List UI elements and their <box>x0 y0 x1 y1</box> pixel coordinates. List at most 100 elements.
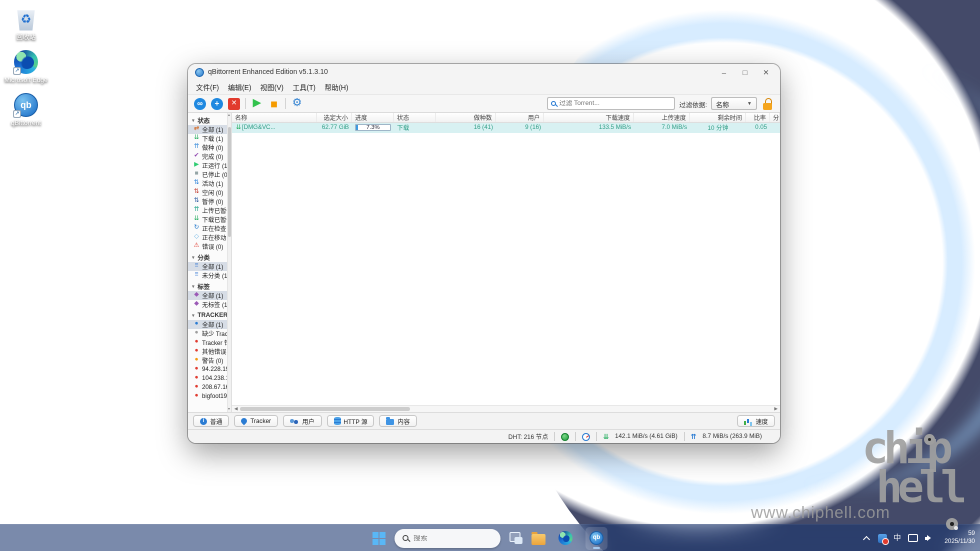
column-header-6[interactable]: 下载速度 <box>544 113 634 122</box>
sidebar-section-title[interactable]: ▼ 分类 <box>188 253 231 262</box>
refresh-icon: ↻ <box>193 224 200 232</box>
tab-label: 内容 <box>397 418 410 426</box>
sidebar-item-category-uncategorized[interactable]: ≡ 未分类 (1) <box>188 271 231 280</box>
sidebar-item-tracker-error[interactable]: ●Tracker 错误.. <box>188 338 231 347</box>
column-header-10[interactable]: 分 <box>770 113 780 122</box>
volume-icon[interactable] <box>925 534 934 542</box>
tab-general[interactable]: 普通 <box>193 415 230 427</box>
sidebar-item-status-stalled-downloading[interactable]: ⇊下载已暂停 (.. <box>188 215 231 224</box>
sidebar-scrollbar[interactable]: ▲ ▼ <box>227 113 231 412</box>
sidebar-item-status-all[interactable]: ⇄ 全部 (1) <box>188 125 231 134</box>
sidebar-item-status-errored[interactable]: ⚠ 错误 (0) <box>188 242 231 251</box>
start-button[interactable] <box>372 531 386 545</box>
sidebar-section-title[interactable]: ▼ 状态 <box>188 116 231 125</box>
sidebar-item-status-stopped[interactable]: ■ 已停止 (0) <box>188 170 231 179</box>
sidebar-item-status-moving[interactable]: ◇正在移动 (0) <box>188 233 231 242</box>
sidebar-item-status-stalled[interactable]: ⇅ 暂停 (0) <box>188 197 231 206</box>
pin-icon: ● <box>194 347 199 355</box>
sidebar-item-tag-untagged[interactable]: ◆ 无标签 (1) <box>188 300 231 309</box>
tray-app-icon[interactable] <box>877 533 889 545</box>
column-header-3[interactable]: 状态 <box>394 113 436 122</box>
qbittorrent-taskbar-button[interactable]: qb <box>585 526 608 550</box>
menu-tools[interactable]: 工具(T) <box>289 82 320 94</box>
sidebar-item-category-all[interactable]: ≡ 全部 (1) <box>188 262 231 271</box>
add-torrent-file-button[interactable]: + <box>211 97 223 110</box>
sidebar-scroll-thumb[interactable] <box>227 127 231 237</box>
filter-by-select[interactable]: 名称 ▼ <box>711 97 757 110</box>
sidebar-item-tracker-warning[interactable]: ● 警告 (0) <box>188 356 231 365</box>
sidebar-item-status-checking[interactable]: ↻正在检查 (0) <box>188 224 231 233</box>
desktop-icon-qbittorrent[interactable]: qbqBittorrent <box>2 92 50 128</box>
close-button[interactable]: ✕ <box>760 64 772 81</box>
collapse-icon: ▼ <box>191 255 196 260</box>
scroll-down-icon[interactable]: ▼ <box>227 407 231 412</box>
sidebar-item-tracker-trackerless[interactable]: ●缺少 Tracker.. <box>188 329 231 338</box>
taskbar-search-input[interactable] <box>413 534 493 542</box>
cell-status: 下载 <box>397 125 410 133</box>
torrent-filter-box[interactable] <box>547 97 676 110</box>
task-view-button[interactable] <box>509 532 523 544</box>
column-header-8[interactable]: 剩余时间 <box>690 113 746 122</box>
column-header-9[interactable]: 比率 <box>746 113 770 122</box>
scroll-up-icon[interactable]: ▲ <box>227 113 231 118</box>
sidebar-item-tracker-all[interactable]: ● 全部 (1) <box>188 320 231 329</box>
sidebar-item-status-downloading[interactable]: ⇊ 下载 (1) <box>188 134 231 143</box>
sidebar-section-title[interactable]: ▼ TRACKER <box>188 311 231 320</box>
speed-limit-icon[interactable] <box>582 432 591 441</box>
edge-taskbar-button[interactable] <box>555 527 577 550</box>
sidebar-item-status-stalled-uploading[interactable]: ⇈上传已暂停 (.. <box>188 206 231 215</box>
hidden-icons-chevron[interactable] <box>863 534 871 542</box>
add-torrent-link-button[interactable]: ∞ <box>194 97 206 110</box>
global-upload-speed[interactable]: 8.7 MiB/s (263.9 MiB) <box>703 433 763 440</box>
column-header-1[interactable]: 选定大小 <box>317 113 352 122</box>
taskbar-search[interactable] <box>394 528 501 548</box>
start-button[interactable]: ▶ <box>251 98 263 110</box>
maximize-button[interactable]: □ <box>739 64 751 81</box>
sidebar-item-status-seeding[interactable]: ⇈ 做种 (0) <box>188 143 231 152</box>
network-icon[interactable] <box>908 534 918 542</box>
sidebar-item-tracker-104-238-19[interactable]: ●104.238.19... <box>188 374 231 383</box>
speed-button[interactable]: 速度 <box>736 415 775 427</box>
column-header-7[interactable]: 上传速度 <box>634 113 690 122</box>
sidebar-item-status-active[interactable]: ⇅ 活动 (1) <box>188 179 231 188</box>
sidebar-item-tracker-94-228-192[interactable]: ●94.228.192... <box>188 365 231 374</box>
stop-button[interactable]: ■ <box>268 98 280 110</box>
sidebar-item-status-completed[interactable]: ✔ 完成 (0) <box>188 152 231 161</box>
window-titlebar[interactable]: qBittorrent Enhanced Edition v5.1.3.10 –… <box>188 64 780 81</box>
menu-file[interactable]: 文件(F) <box>192 82 223 94</box>
sidebar-item-status-inactive[interactable]: ⇅ 空闲 (0) <box>188 188 231 197</box>
tab-peers[interactable]: 用户 <box>283 415 322 427</box>
table-row[interactable]: ⇊ [DMG&VC... 62.77 GiB 7.3% 下载 16 (41) 9 (16) 1… <box>232 123 780 133</box>
horizontal-scrollbar[interactable]: ◀ ▶ <box>232 405 780 412</box>
sidebar-section-title[interactable]: ▼ 标签 <box>188 282 231 291</box>
file-explorer-button[interactable] <box>531 531 546 545</box>
desktop-icon-recycle-bin[interactable]: ♻ 回收站 <box>2 6 50 42</box>
sidebar-item-tag-all[interactable]: ◆ 全部 (1) <box>188 291 231 300</box>
sidebar-item-status-running[interactable]: ▶ 正运行 (1) <box>188 161 231 170</box>
lock-icon[interactable] <box>763 97 772 110</box>
taskbar-clock[interactable]: 59 2025/11/30 <box>941 530 975 546</box>
tab-http-sources[interactable]: HTTP 源 <box>326 415 375 427</box>
minimize-button[interactable]: – <box>718 64 730 81</box>
sidebar-item-tracker-bigfoot194[interactable]: ●bigfoot194... <box>188 392 231 401</box>
torrent-filter-input[interactable] <box>559 100 672 107</box>
delete-button[interactable]: ✕ <box>228 97 240 110</box>
sidebar-item-tracker-208-67-16-1[interactable]: ●208.67.16.1... <box>188 383 231 392</box>
global-download-speed[interactable]: 142.1 MiB/s (4.61 GiB) <box>615 433 678 440</box>
menu-help[interactable]: 帮助(H) <box>321 82 353 94</box>
ime-indicator[interactable]: 中 <box>894 534 902 542</box>
desktop-icon-microsoft-edge[interactable]: Microsoft Edge <box>2 49 50 85</box>
tab-content[interactable]: 内容 <box>379 415 417 427</box>
column-header-2[interactable]: 进度 <box>352 113 394 122</box>
options-button[interactable]: ⚙ <box>291 98 303 110</box>
sidebar-item-label: 暂停 (0) <box>202 199 224 206</box>
menu-view[interactable]: 视图(V) <box>256 82 287 94</box>
horizontal-scroll-thumb[interactable] <box>240 407 410 411</box>
column-header-0[interactable]: 名称 <box>232 113 317 122</box>
menu-edit[interactable]: 编辑(E) <box>224 82 255 94</box>
tab-trackers[interactable]: Tracker <box>234 415 279 427</box>
sidebar-item-tracker-other-error[interactable]: ●其他错误 (1.. <box>188 347 231 356</box>
connection-status-icon[interactable] <box>561 432 570 441</box>
column-header-4[interactable]: 做种数 <box>436 113 496 122</box>
column-header-5[interactable]: 用户 <box>496 113 544 122</box>
